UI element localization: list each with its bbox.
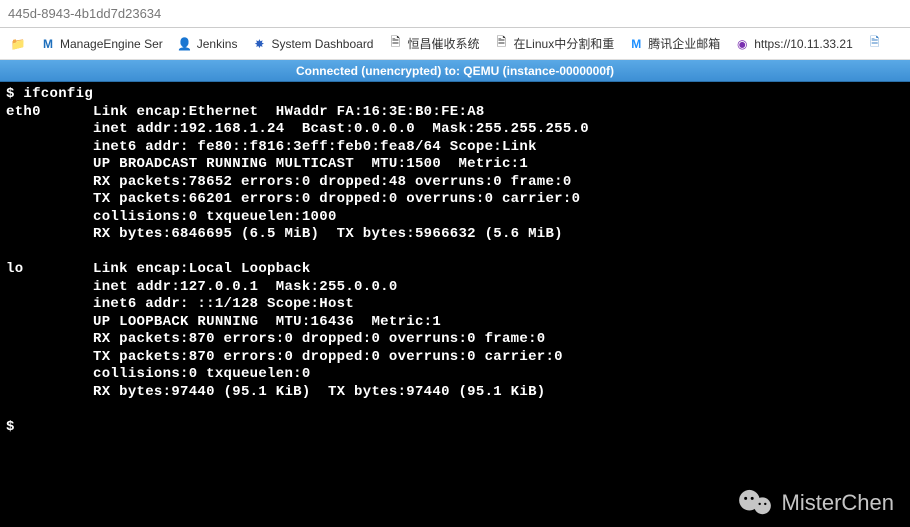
- bookmark-system-dashboard[interactable]: ✸ System Dashboard: [247, 34, 377, 54]
- bookmark-label: ManageEngine Ser: [60, 37, 163, 51]
- terminal[interactable]: $ ifconfig eth0 Link encap:Ethernet HWad…: [0, 82, 910, 527]
- wechat-icon: [738, 489, 772, 517]
- watermark: MisterChen: [738, 489, 894, 517]
- lo-line: TX packets:870 errors:0 dropped:0 overru…: [93, 349, 563, 365]
- eth0-line: Link encap:Ethernet HWaddr FA:16:3E:B0:F…: [93, 104, 485, 120]
- globe-icon: ◉: [734, 36, 750, 52]
- bookmark-manage-engine[interactable]: M ManageEngine Ser: [36, 34, 167, 54]
- lo-line: UP LOOPBACK RUNNING MTU:16436 Metric:1: [93, 314, 441, 330]
- bookmark-linux-split[interactable]: 🗎 在Linux中分割和重: [490, 33, 619, 54]
- eth0-line: inet addr:192.168.1.24 Bcast:0.0.0.0 Mas…: [93, 121, 589, 137]
- lo-line: Link encap:Local Loopback: [93, 261, 311, 277]
- iface-name-eth0: eth0: [6, 104, 41, 120]
- url-bar[interactable]: 445d-8943-4b1dd7d23634: [0, 0, 910, 28]
- lo-line: inet addr:127.0.0.1 Mask:255.0.0.0: [93, 279, 398, 295]
- page-icon: 🗎: [867, 36, 883, 52]
- bookmark-label: 腾讯企业邮箱: [648, 35, 720, 52]
- url-fragment: 445d-8943-4b1dd7d23634: [8, 6, 161, 21]
- page-icon: 🗎: [494, 36, 510, 52]
- eth0-line: collisions:0 txqueuelen:1000: [93, 209, 337, 225]
- bookmark-jenkins[interactable]: 👤 Jenkins: [173, 34, 242, 54]
- system-dashboard-icon: ✸: [251, 36, 267, 52]
- prompt: $: [6, 419, 15, 435]
- jenkins-icon: 👤: [177, 36, 193, 52]
- bookmark-label: System Dashboard: [271, 37, 373, 51]
- lo-line: RX bytes:97440 (95.1 KiB) TX bytes:97440…: [93, 384, 545, 400]
- bookmark-overflow[interactable]: 🗎: [863, 34, 887, 54]
- prompt: $: [6, 86, 23, 102]
- lo-line: collisions:0 txqueuelen:0: [93, 366, 311, 382]
- bookmark-folder-icon[interactable]: 📁: [6, 34, 30, 54]
- bookmark-ip[interactable]: ◉ https://10.11.33.21: [730, 34, 857, 54]
- iface-name-lo: lo: [6, 261, 23, 277]
- watermark-text: MisterChen: [782, 490, 894, 516]
- eth0-line: UP BROADCAST RUNNING MULTICAST MTU:1500 …: [93, 156, 528, 172]
- lo-line: RX packets:870 errors:0 dropped:0 overru…: [93, 331, 545, 347]
- connection-status-text: Connected (unencrypted) to: QEMU (instan…: [296, 64, 614, 78]
- connection-banner: Connected (unencrypted) to: QEMU (instan…: [0, 60, 910, 82]
- bookmarks-bar: 📁 M ManageEngine Ser 👤 Jenkins ✸ System …: [0, 28, 910, 60]
- page-icon: 🗎: [387, 36, 403, 52]
- eth0-line: inet6 addr: fe80::f816:3eff:feb0:fea8/64…: [93, 139, 537, 155]
- bookmark-label: https://10.11.33.21: [754, 37, 853, 51]
- eth0-line: RX bytes:6846695 (6.5 MiB) TX bytes:5966…: [93, 226, 563, 242]
- bookmark-label: 在Linux中分割和重: [514, 35, 615, 52]
- tencent-mail-icon: M: [628, 36, 644, 52]
- bookmark-tencent-mail[interactable]: M 腾讯企业邮箱: [624, 33, 724, 54]
- bookmark-label: Jenkins: [197, 37, 238, 51]
- folder-icon: 📁: [10, 36, 26, 52]
- command-ifconfig: ifconfig: [23, 86, 93, 102]
- lo-line: inet6 addr: ::1/128 Scope:Host: [93, 296, 354, 312]
- bookmark-label: 恒昌催收系统: [407, 35, 479, 52]
- bookmark-hengchang[interactable]: 🗎 恒昌催收系统: [383, 33, 483, 54]
- eth0-line: TX packets:66201 errors:0 dropped:0 over…: [93, 191, 580, 207]
- manage-engine-icon: M: [40, 36, 56, 52]
- eth0-line: RX packets:78652 errors:0 dropped:48 ove…: [93, 174, 572, 190]
